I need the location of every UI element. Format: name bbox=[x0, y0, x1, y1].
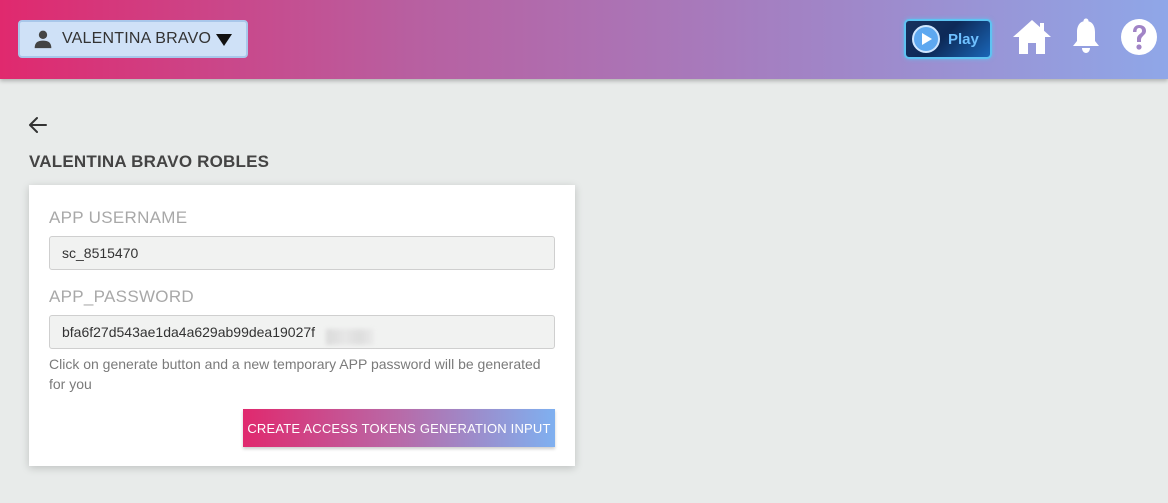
play-label: Play bbox=[948, 30, 979, 48]
username-label: APP USERNAME bbox=[49, 208, 188, 227]
redacted-blur bbox=[326, 329, 374, 345]
user-name: VALENTINA BRAVO bbox=[62, 30, 212, 47]
arrow-left-icon[interactable] bbox=[28, 115, 48, 135]
password-label: APP_PASSWORD bbox=[49, 287, 194, 306]
app-credentials-card: APP USERNAME APP_PASSWORD Click on gener… bbox=[29, 185, 575, 466]
help-text: Click on generate button and a new tempo… bbox=[49, 356, 541, 392]
password-field[interactable] bbox=[49, 315, 555, 349]
person-icon bbox=[34, 30, 52, 49]
bell-icon[interactable] bbox=[1070, 18, 1102, 54]
username-field[interactable] bbox=[49, 236, 555, 270]
help-icon[interactable] bbox=[1120, 18, 1158, 56]
generate-tokens-button[interactable]: CREATE ACCESS TOKENS GENERATION INPUT bbox=[243, 409, 555, 447]
page-title: VALENTINA BRAVO ROBLES bbox=[29, 152, 270, 171]
top-bar: VALENTINA BRAVO Play bbox=[0, 0, 1168, 79]
user-menu-dropdown[interactable]: VALENTINA BRAVO bbox=[18, 20, 248, 58]
caret-down-icon[interactable] bbox=[216, 34, 232, 46]
play-button[interactable]: Play bbox=[904, 19, 992, 59]
home-icon[interactable] bbox=[1012, 18, 1052, 56]
play-icon bbox=[912, 25, 940, 53]
